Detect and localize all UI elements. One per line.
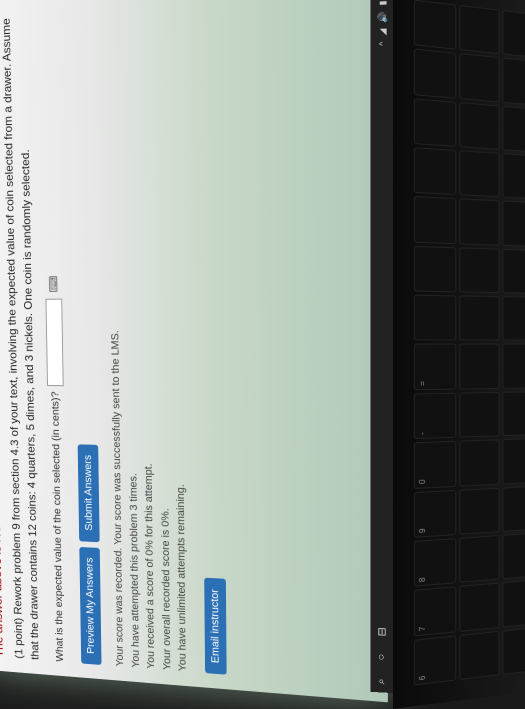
physical-key xyxy=(459,199,500,246)
physical-key xyxy=(503,438,525,484)
physical-key xyxy=(503,201,525,247)
wifi-icon[interactable]: ◢ xyxy=(377,28,388,35)
physical-key xyxy=(503,485,525,532)
physical-key xyxy=(503,391,525,436)
cortana-icon[interactable]: ○ xyxy=(376,646,390,661)
problem-text: (1 point) Rework problem 9 from section … xyxy=(0,13,43,661)
physical-key xyxy=(503,106,525,153)
physical-key xyxy=(414,246,456,293)
email-instructor-button[interactable]: Email instructor xyxy=(204,578,226,675)
physical-key xyxy=(459,487,500,534)
physical-key xyxy=(459,392,500,438)
volume-icon[interactable]: 🔊 xyxy=(377,11,388,23)
windows-taskbar: ⌕ ○ ⊟ ^ ◢ 🔊 ▮ xyxy=(371,0,395,693)
problem-points: (1 point) xyxy=(12,617,25,659)
physical-key xyxy=(459,150,500,197)
problem-body: Rework problem 9 from section 4.3 of you… xyxy=(0,18,41,661)
tray-up-icon[interactable]: ^ xyxy=(378,41,388,46)
physical-key xyxy=(414,196,456,244)
question-row: What is the expected value of the coin s… xyxy=(40,10,68,662)
webwork-screen: The answer above is NOT correct. (1 poin… xyxy=(0,0,389,702)
search-icon[interactable]: ⌕ xyxy=(376,670,390,685)
feedback-block: Your score was recorded. Your score was … xyxy=(103,0,191,672)
physical-key xyxy=(503,153,525,200)
physical-key xyxy=(459,344,500,389)
physical-key xyxy=(503,249,525,294)
physical-key xyxy=(414,98,456,147)
system-tray: ^ ◢ 🔊 ▮ xyxy=(377,0,388,46)
laptop-keyboard: 6 7 8 9 0 - = xyxy=(393,0,525,709)
physical-key xyxy=(414,49,456,99)
physical-key: 7 xyxy=(414,587,456,637)
physical-key xyxy=(414,147,456,195)
battery-icon[interactable]: ▮ xyxy=(377,0,388,6)
physical-key xyxy=(459,296,500,341)
physical-key xyxy=(503,296,525,341)
physical-key xyxy=(503,626,525,675)
physical-key: 0 xyxy=(414,441,456,489)
keyboard-icon[interactable]: ⌨ xyxy=(47,275,60,292)
physical-key xyxy=(459,583,500,632)
physical-key xyxy=(459,5,500,55)
physical-key xyxy=(459,535,500,583)
submit-answers-button[interactable]: Submit Answers xyxy=(78,444,100,542)
physical-key xyxy=(414,295,456,341)
physical-key xyxy=(459,102,500,150)
question-text: What is the expected value of the coin s… xyxy=(50,391,66,662)
physical-key xyxy=(503,579,525,627)
physical-key xyxy=(459,440,500,487)
physical-key: = xyxy=(414,344,456,390)
button-row: Preview My Answers Submit Answers xyxy=(70,8,101,665)
physical-key: 8 xyxy=(414,538,456,587)
physical-key xyxy=(503,532,525,579)
taskview-icon[interactable]: ⊟ xyxy=(376,622,390,637)
answer-input[interactable] xyxy=(45,298,63,386)
physical-key xyxy=(459,631,500,681)
physical-key xyxy=(459,53,500,102)
physical-key: 9 xyxy=(414,490,456,538)
preview-answers-button[interactable]: Preview My Answers xyxy=(79,547,101,665)
physical-key xyxy=(503,58,525,106)
physical-key: - xyxy=(414,393,456,440)
physical-key xyxy=(459,247,500,293)
physical-key: 6 xyxy=(414,635,456,685)
physical-key xyxy=(503,10,525,59)
physical-key xyxy=(503,344,525,389)
physical-key xyxy=(414,0,456,50)
